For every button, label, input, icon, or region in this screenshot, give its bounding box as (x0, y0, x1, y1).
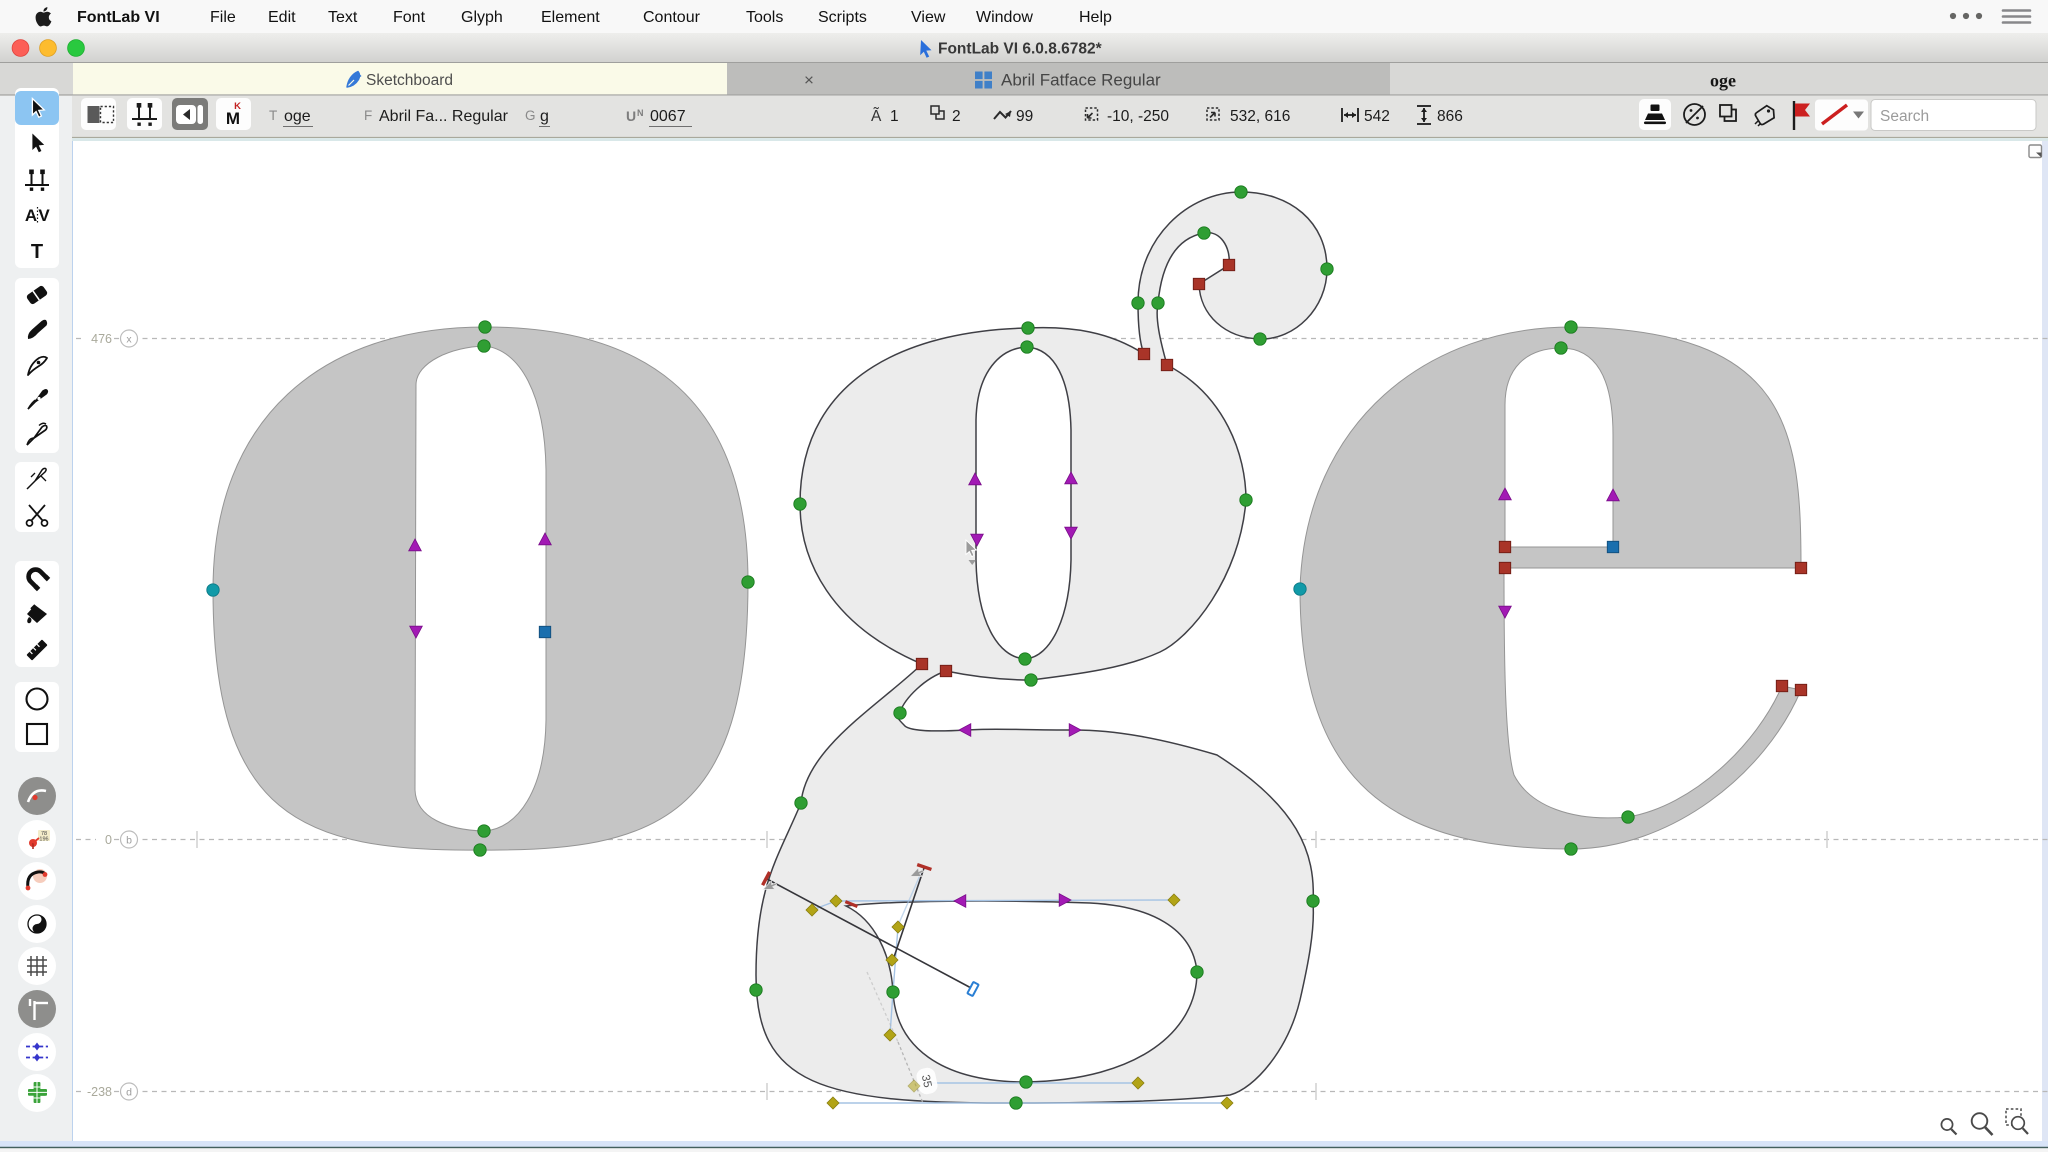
svg-text:542: 542 (1364, 108, 1390, 125)
svg-text:b: b (126, 835, 132, 847)
svg-text:99: 99 (1016, 108, 1033, 125)
svg-text:N: N (637, 108, 644, 118)
svg-text:oge: oge (1710, 71, 1736, 91)
svg-text:FontLab VI: FontLab VI (77, 9, 160, 26)
svg-text:K: K (234, 101, 241, 112)
svg-text:0067: 0067 (650, 108, 686, 125)
svg-text:-238: -238 (87, 1085, 112, 1099)
svg-text:Abril Fa... Regular: Abril Fa... Regular (379, 108, 509, 125)
svg-text:g: g (540, 108, 549, 125)
svg-text:Text: Text (328, 9, 358, 26)
svg-text:U: U (626, 108, 636, 124)
svg-text:T: T (269, 108, 277, 123)
svg-text:Window: Window (976, 9, 1033, 26)
svg-text:FontLab VI 6.0.8.6782*: FontLab VI 6.0.8.6782* (938, 41, 1103, 58)
svg-text:Glyph: Glyph (461, 9, 503, 26)
svg-text:G: G (525, 108, 536, 123)
svg-text:-10, -250: -10, -250 (1107, 108, 1169, 125)
svg-text:1: 1 (890, 108, 899, 125)
svg-text:x: x (126, 334, 132, 346)
svg-text:Edit: Edit (268, 9, 296, 26)
svg-text:Ã: Ã (871, 108, 882, 125)
svg-text:File: File (210, 9, 236, 26)
svg-text:Contour: Contour (643, 9, 701, 26)
svg-text:866: 866 (1437, 108, 1463, 125)
svg-text:Sketchboard: Sketchboard (366, 72, 453, 89)
svg-text:Search: Search (1880, 108, 1929, 125)
svg-text:×: × (804, 71, 814, 90)
svg-text:0: 0 (105, 833, 112, 847)
svg-text:532, 616: 532, 616 (1230, 108, 1290, 125)
svg-text:Help: Help (1079, 9, 1112, 26)
svg-text:d: d (126, 1087, 132, 1099)
svg-text:2: 2 (952, 108, 961, 125)
svg-text:oge: oge (284, 108, 311, 125)
svg-text:View: View (911, 9, 946, 26)
svg-text:Font: Font (393, 9, 426, 26)
svg-text:196: 196 (39, 837, 48, 843)
svg-text:A: A (25, 206, 37, 225)
svg-text:Scripts: Scripts (818, 9, 867, 26)
svg-text:Tools: Tools (746, 9, 783, 26)
svg-text:476: 476 (91, 332, 112, 346)
svg-text:Abril Fatface Regular: Abril Fatface Regular (1001, 71, 1161, 90)
svg-text:Element: Element (541, 9, 600, 26)
svg-text:T: T (31, 241, 43, 263)
svg-text:V: V (38, 206, 50, 225)
svg-text:F: F (364, 108, 372, 123)
